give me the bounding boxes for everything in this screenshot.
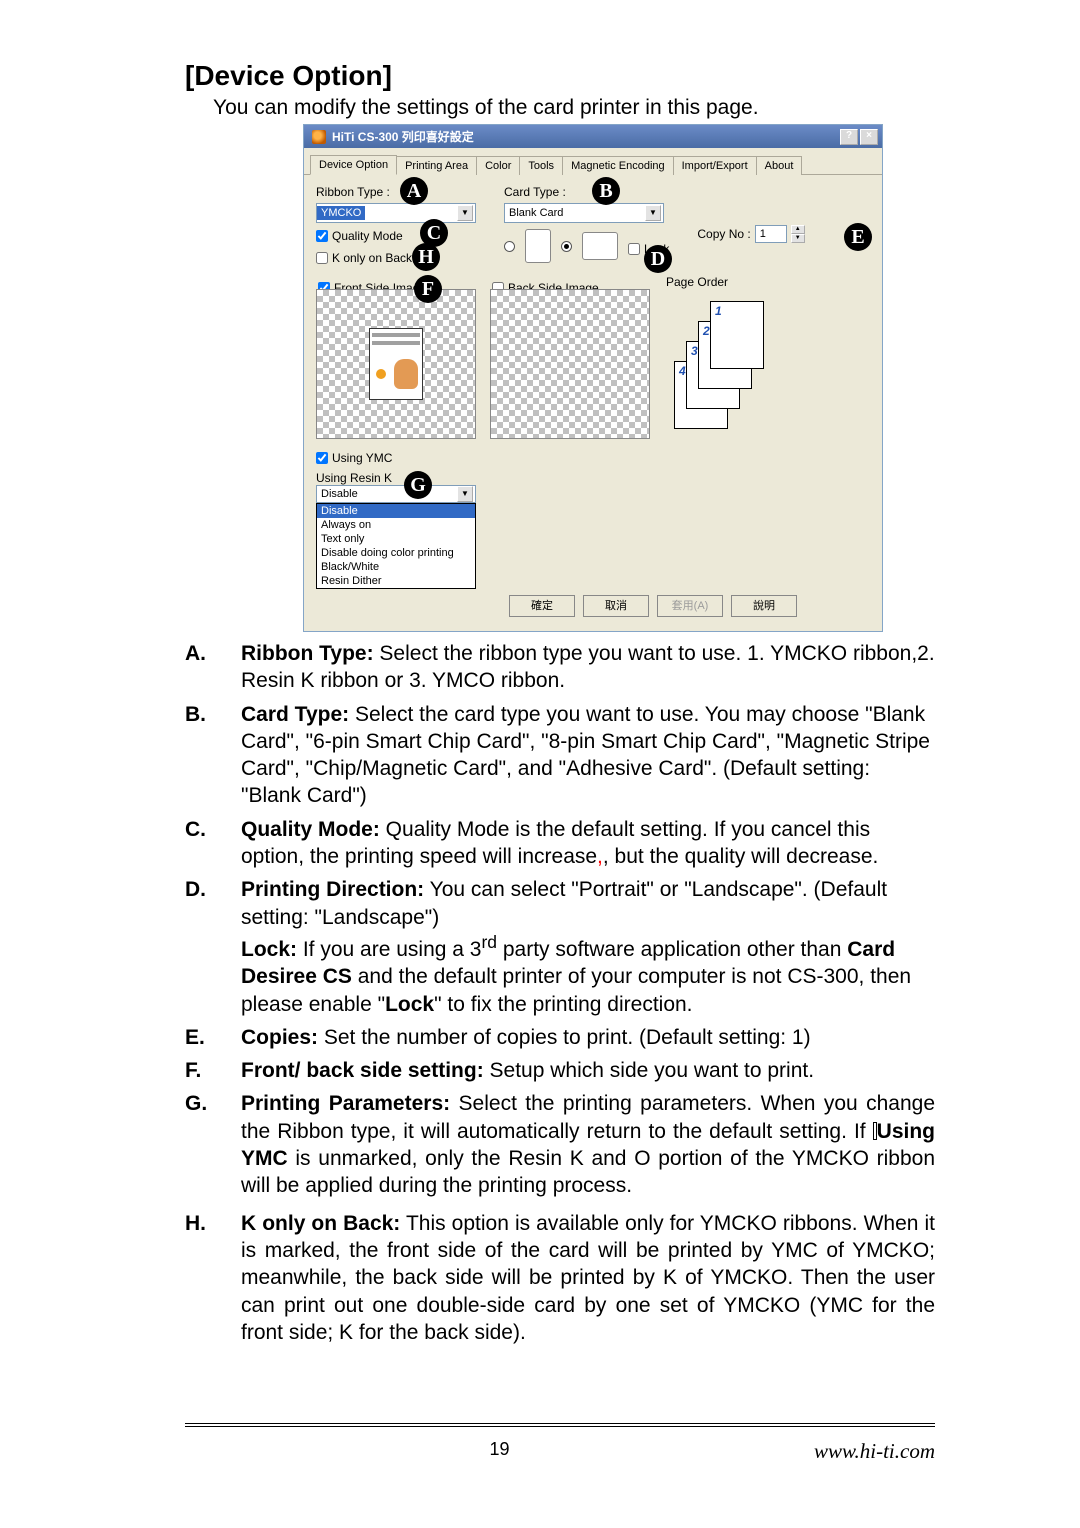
tabs: Device Option Printing Area Color Tools … — [304, 148, 882, 175]
help-button[interactable]: ? — [840, 129, 858, 145]
item-b: Card Type: Select the card type you want… — [241, 701, 935, 810]
quality-mode-checkbox[interactable] — [316, 230, 328, 242]
intro-text: You can modify the settings of the card … — [213, 96, 935, 120]
printing-preferences-dialog: HiTi CS-300 列印喜好設定 ? × Device Option Pri… — [303, 124, 883, 632]
window-title: HiTi CS-300 列印喜好設定 — [332, 128, 474, 145]
callout-b: B — [592, 177, 620, 205]
item-f: Front/ back side setting: Setup which si… — [241, 1057, 935, 1084]
item-e: Copies: Set the number of copies to prin… — [241, 1024, 935, 1051]
resin-k-options-list[interactable]: Disable Always on Text only Disable doin… — [316, 503, 476, 589]
card-type-dropdown[interactable]: Blank Card ▼ — [504, 203, 664, 223]
item-letter: H. — [185, 1210, 225, 1346]
copy-no-label: Copy No : — [697, 227, 750, 241]
item-a: Ribbon Type: Select the ribbon type you … — [241, 640, 935, 695]
chevron-down-icon[interactable]: ▼ — [457, 205, 473, 221]
resin-option-disable-color[interactable]: Disable doing color printing — [317, 546, 475, 560]
callout-f: F — [414, 275, 442, 303]
using-ymc-label: Using YMC — [332, 451, 392, 465]
ribbon-type-label: Ribbon Type : — [316, 185, 476, 199]
description-list: A. Ribbon Type: Select the ribbon type y… — [185, 640, 935, 1346]
titlebar: HiTi CS-300 列印喜好設定 ? × — [304, 125, 882, 148]
resin-option-always-on[interactable]: Always on — [317, 518, 475, 532]
page-title: [Device Option] — [185, 60, 935, 92]
quality-mode-label: Quality Mode — [332, 229, 403, 243]
item-h: K only on Back: This option is available… — [241, 1210, 935, 1346]
callout-d: D — [644, 245, 672, 273]
item-letter: B. — [185, 701, 225, 810]
tab-device-option[interactable]: Device Option — [310, 155, 397, 175]
using-resin-k-label: Using Resin K — [316, 471, 476, 485]
spin-down-icon[interactable]: ▼ — [791, 234, 805, 243]
tab-tools[interactable]: Tools — [519, 156, 563, 175]
item-d: Printing Direction: You can select "Port… — [241, 876, 935, 1017]
footer: 19 www.hi-ti.com — [185, 1423, 935, 1464]
chevron-down-icon[interactable]: ▼ — [645, 205, 661, 221]
page-order-preview: 4 3 2 1 — [664, 281, 784, 441]
tab-import-export[interactable]: Import/Export — [673, 156, 757, 175]
item-letter: A. — [185, 640, 225, 695]
resin-option-disable[interactable]: Disable — [317, 504, 475, 518]
item-letter: D. — [185, 876, 225, 1017]
chevron-down-icon[interactable]: ▼ — [457, 486, 473, 502]
callout-h: H — [412, 243, 440, 271]
item-c: Quality Mode: Quality Mode is the defaul… — [241, 816, 935, 871]
resin-option-text-only[interactable]: Text only — [317, 532, 475, 546]
callout-a: A — [400, 177, 428, 205]
tab-about[interactable]: About — [756, 156, 803, 175]
landscape-icon — [582, 232, 618, 260]
cancel-button[interactable]: 取消 — [583, 595, 649, 617]
page-number: 19 — [185, 1439, 814, 1464]
help-button[interactable]: 說明 — [731, 595, 797, 617]
card-type-value: Blank Card — [505, 206, 567, 220]
resin-k-value: Disable — [321, 488, 358, 500]
apply-button[interactable]: 套用(A) — [657, 595, 723, 617]
copy-no-input[interactable]: 1 — [755, 225, 787, 243]
ribbon-type-value: YMCKO — [317, 206, 365, 220]
back-preview — [490, 289, 650, 439]
item-letter: F. — [185, 1057, 225, 1084]
ribbon-type-dropdown[interactable]: YMCKO ▼ — [316, 203, 476, 223]
spin-up-icon[interactable]: ▲ — [791, 225, 805, 234]
portrait-icon — [525, 229, 551, 263]
tab-magnetic-encoding[interactable]: Magnetic Encoding — [562, 156, 674, 175]
close-button[interactable]: × — [860, 129, 878, 145]
item-letter: E. — [185, 1024, 225, 1051]
app-icon — [312, 130, 326, 144]
portrait-radio[interactable] — [504, 241, 515, 252]
using-ymc-checkbox[interactable] — [316, 452, 328, 464]
front-preview — [316, 289, 476, 439]
resin-k-dropdown[interactable]: Disable ▼ — [316, 485, 476, 503]
item-g: Printing Parameters: Select the printing… — [241, 1090, 935, 1199]
resin-option-bw[interactable]: Black/White — [317, 560, 475, 574]
resin-option-dither[interactable]: Resin Dither — [317, 574, 475, 588]
footer-url: www.hi-ti.com — [814, 1439, 935, 1464]
card-type-label: Card Type : — [504, 185, 669, 199]
tab-printing-area[interactable]: Printing Area — [396, 156, 477, 175]
item-letter: C. — [185, 816, 225, 871]
landscape-radio[interactable] — [561, 241, 572, 252]
k-only-back-checkbox[interactable] — [316, 252, 328, 264]
item-letter: G. — [185, 1090, 225, 1199]
lock-checkbox[interactable] — [628, 243, 640, 255]
tab-color[interactable]: Color — [476, 156, 520, 175]
callout-g: G — [404, 471, 432, 499]
k-only-back-label: K only on Back — [332, 251, 412, 265]
callout-e: E — [844, 223, 872, 251]
ok-button[interactable]: 確定 — [509, 595, 575, 617]
